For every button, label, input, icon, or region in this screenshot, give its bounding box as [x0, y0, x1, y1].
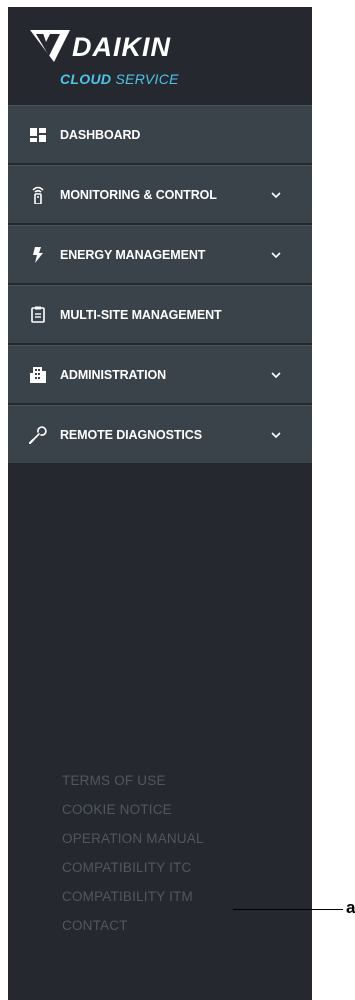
footer-link-compatibility-itm[interactable]: COMPATIBILITY ITM: [62, 882, 204, 911]
main-menu: DASHBOARD MONITORING & CONTROL ENERGY MA…: [8, 105, 312, 465]
callout-label: a: [346, 898, 355, 917]
footer-link-contact[interactable]: CONTACT: [62, 911, 204, 940]
menu-item-label: DASHBOARD: [60, 127, 141, 142]
building-icon: [29, 366, 47, 384]
footer-link-compatibility-itc[interactable]: COMPATIBILITY ITC: [62, 853, 204, 882]
menu-item-monitoring-control[interactable]: MONITORING & CONTROL: [8, 165, 312, 223]
dashboard-grid-icon: [29, 126, 47, 144]
remote-control-icon: [29, 186, 47, 204]
menu-item-dashboard[interactable]: DASHBOARD: [8, 105, 312, 163]
menu-item-label: REMOTE DIAGNOSTICS: [60, 427, 202, 442]
daikin-logo-icon: [30, 30, 70, 62]
footer-link-operation-manual[interactable]: OPERATION MANUAL: [62, 824, 204, 853]
menu-item-label: MONITORING & CONTROL: [60, 187, 217, 202]
menu-item-label: ENERGY MANAGEMENT: [60, 247, 206, 262]
callout-leader-line: [233, 909, 343, 910]
chevron-down-icon[interactable]: [270, 251, 282, 259]
footer-links: TERMS OF USE COOKIE NOTICE OPERATION MAN…: [62, 766, 204, 940]
footer-link-terms-of-use[interactable]: TERMS OF USE: [62, 766, 204, 795]
chevron-down-icon[interactable]: [270, 371, 282, 379]
menu-item-administration[interactable]: ADMINISTRATION: [8, 345, 312, 403]
chevron-down-icon[interactable]: [270, 191, 282, 199]
menu-item-label: ADMINISTRATION: [60, 367, 166, 382]
brand-logo[interactable]: DAIKIN CLOUD SERVICE: [8, 7, 312, 105]
footer-link-cookie-notice[interactable]: COOKIE NOTICE: [62, 795, 204, 824]
menu-item-remote-diagnostics[interactable]: REMOTE DIAGNOSTICS: [8, 405, 312, 463]
brand-subtitle-rest: SERVICE: [111, 71, 179, 87]
brand-subtitle-bold: CLOUD: [60, 71, 112, 87]
lightning-bolt-icon: [29, 246, 47, 264]
menu-item-energy-management[interactable]: ENERGY MANAGEMENT: [8, 225, 312, 283]
brand-subtitle: CLOUD SERVICE: [60, 71, 179, 87]
menu-item-label: MULTI-SITE MANAGEMENT: [60, 307, 222, 322]
brand-name: DAIKIN: [72, 32, 171, 62]
menu-item-multi-site-management[interactable]: MULTI-SITE MANAGEMENT: [8, 285, 312, 343]
chevron-down-icon[interactable]: [270, 431, 282, 439]
wrench-icon: [29, 425, 47, 444]
clipboard-icon: [29, 306, 47, 324]
